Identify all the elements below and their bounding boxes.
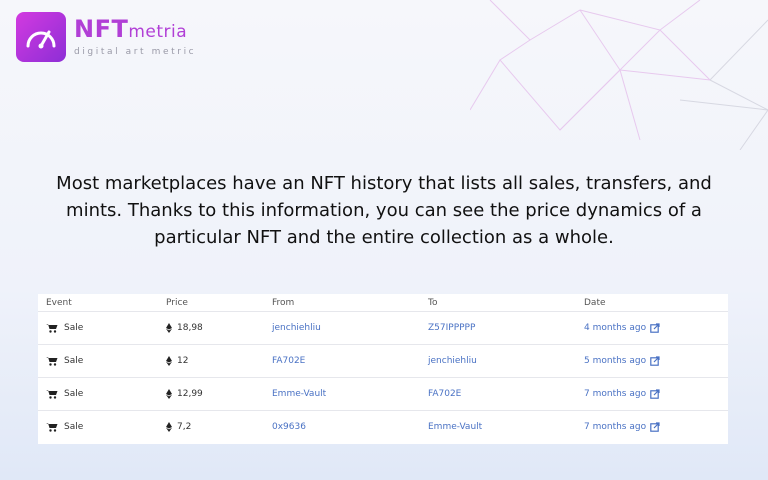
date-link[interactable]: 5 months ago	[584, 356, 728, 366]
to-link[interactable]: jenchiehliu	[428, 356, 584, 366]
from-link[interactable]: FA702E	[272, 356, 428, 366]
price-value: 12,99	[177, 389, 203, 399]
headline-text: Most marketplaces have an NFT history th…	[56, 173, 712, 248]
date-text: 7 months ago	[584, 422, 647, 432]
from-link[interactable]: Emme-Vault	[272, 389, 428, 399]
price-value: 7,2	[177, 422, 192, 432]
column-header-from: From	[272, 297, 295, 308]
eth-icon	[166, 389, 172, 399]
date-link[interactable]: 7 months ago	[584, 389, 728, 399]
external-link-icon	[650, 323, 660, 333]
table-header-row: Event Price From To Date	[38, 294, 728, 312]
eth-icon	[166, 422, 172, 432]
nft-history-table: Event Price From To Date Sale 18,98 jenc…	[38, 294, 728, 444]
date-text: 7 months ago	[584, 389, 647, 399]
table-row: Sale 12,99 Emme-Vault FA702E 7 months ag…	[38, 378, 728, 411]
table-row: Sale 7,2 0x9636 Emme-Vault 7 months ago	[38, 411, 728, 443]
event-label: Sale	[64, 422, 84, 432]
to-link[interactable]: Emme-Vault	[428, 422, 584, 432]
column-header-to: To	[428, 297, 438, 308]
from-link[interactable]: jenchiehliu	[272, 323, 428, 333]
eth-icon	[166, 323, 172, 333]
cart-icon	[46, 390, 58, 399]
cart-icon	[46, 423, 58, 432]
external-link-icon	[650, 356, 660, 366]
table-row: Sale 12 FA702E jenchiehliu 5 months ago	[38, 345, 728, 378]
background-network-decoration	[470, 0, 768, 150]
brand-logo[interactable]: NFTmetria digital art metric	[16, 12, 196, 62]
speedometer-icon	[16, 12, 66, 62]
cart-icon	[46, 357, 58, 366]
event-label: Sale	[64, 389, 84, 399]
to-link[interactable]: Z57IPPPPP	[428, 323, 584, 333]
column-header-event: Event	[46, 297, 72, 308]
cart-icon	[46, 324, 58, 333]
date-link[interactable]: 4 months ago	[584, 323, 728, 333]
brand-name: NFTmetria	[74, 15, 188, 43]
date-text: 4 months ago	[584, 323, 647, 333]
table-row: Sale 18,98 jenchiehliu Z57IPPPPP 4 month…	[38, 312, 728, 345]
price-value: 12	[177, 356, 189, 366]
price-value: 18,98	[177, 323, 203, 333]
external-link-icon	[650, 422, 660, 432]
date-text: 5 months ago	[584, 356, 647, 366]
event-label: Sale	[64, 323, 84, 333]
brand-tagline: digital art metric	[74, 47, 197, 57]
column-header-date: Date	[584, 297, 606, 308]
column-header-price: Price	[166, 297, 188, 308]
event-label: Sale	[64, 356, 84, 366]
from-link[interactable]: 0x9636	[272, 422, 428, 432]
brand-wordmark: NFTmetria digital art metric	[74, 17, 196, 57]
eth-icon	[166, 356, 172, 366]
external-link-icon	[650, 389, 660, 399]
date-link[interactable]: 7 months ago	[584, 422, 728, 432]
to-link[interactable]: FA702E	[428, 389, 584, 399]
